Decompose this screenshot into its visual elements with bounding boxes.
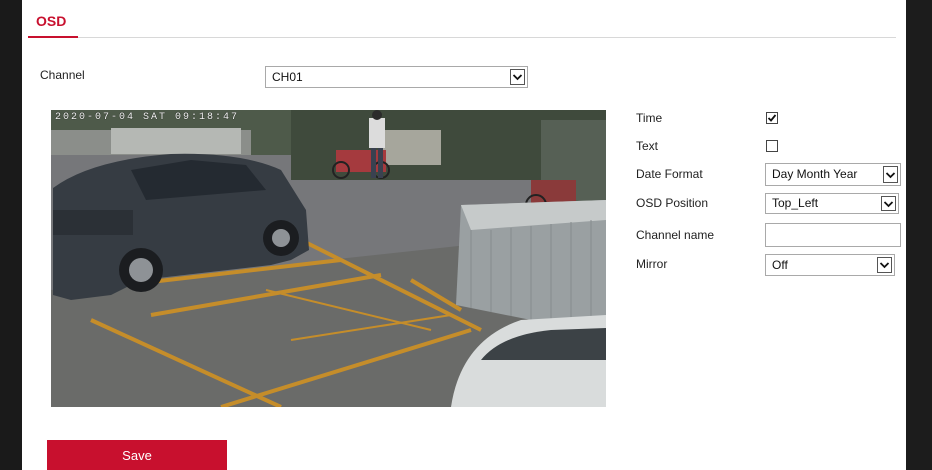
chevron-down-icon[interactable] [881,196,896,211]
tab-osd[interactable]: OSD [28,6,78,36]
chevron-down-icon[interactable] [883,166,898,183]
time-label: Time [636,111,663,125]
chevron-down-icon[interactable] [877,257,892,273]
active-tab-indicator [28,36,78,38]
camera-preview: 2020-07-04 SAT 09:18:47 [51,110,606,407]
mirror-label: Mirror [636,257,668,271]
osd-position-value: Top_Left [772,196,819,210]
tab-divider [78,37,896,38]
osd-position-label: OSD Position [636,196,709,210]
time-checkbox[interactable] [766,112,778,124]
date-format-label: Date Format [636,167,703,181]
osd-timestamp: 2020-07-04 SAT 09:18:47 [55,112,240,123]
osd-settings-panel: OSD Channel CH01 2020-07-04 SAT 09:18:47… [22,0,906,470]
camera-scene [51,110,606,407]
save-button[interactable]: Save [47,440,227,470]
osd-position-select[interactable]: Top_Left [765,193,899,214]
channel-name-label: Channel name [636,228,715,242]
channel-label: Channel [40,68,85,82]
date-format-select[interactable]: Day Month Year [765,163,901,186]
text-label: Text [636,139,659,153]
mirror-select[interactable]: Off [765,254,895,276]
channel-select-value: CH01 [272,70,303,84]
date-format-value: Day Month Year [772,167,858,181]
text-checkbox[interactable] [766,140,778,152]
channel-select[interactable]: CH01 [265,66,528,88]
frame-edge [906,0,932,470]
channel-name-input[interactable] [765,223,901,247]
chevron-down-icon[interactable] [510,69,525,85]
checkmark-icon [767,114,777,122]
mirror-value: Off [772,258,788,272]
